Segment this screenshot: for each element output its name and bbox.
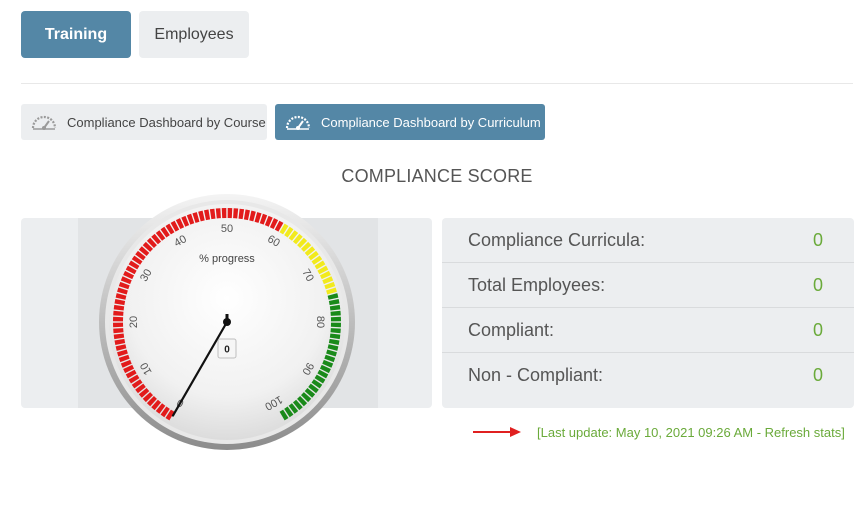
speedometer-icon — [284, 113, 312, 131]
gauge-band-segment — [227, 208, 233, 219]
section-title: COMPLIANCE SCORE — [341, 166, 533, 186]
gauge-needle-hub — [223, 318, 231, 326]
gauge-band-segment — [113, 316, 124, 322]
gauge-tick-label: 50 — [221, 223, 233, 235]
stats-panel: Compliance Curricula: 0 Total Employees:… — [442, 218, 854, 408]
subtab-dashboard-by-curriculum[interactable]: Compliance Dashboard by Curriculum — [275, 104, 545, 140]
gauge-band-segment — [221, 208, 227, 219]
stat-label: Non - Compliant: — [468, 365, 604, 385]
last-update-refresh-stats[interactable]: [Last update: May 10, 2021 09:26 AM - Re… — [537, 425, 845, 440]
stat-label: Compliance Curricula: — [468, 229, 646, 250]
stat-row-non-compliant: Non - Compliant: 0 — [442, 353, 854, 398]
red-arrow-icon — [473, 427, 521, 437]
tab-employees[interactable]: Employees — [139, 11, 249, 58]
stat-row-compliant: Compliant: 0 — [442, 308, 854, 353]
subtab-dashboard-by-course[interactable]: Compliance Dashboard by Course — [21, 104, 267, 140]
tab-training[interactable]: Training — [21, 11, 131, 58]
stat-label: Compliant: — [468, 319, 555, 340]
gauge-tick-label: 80 — [314, 316, 326, 328]
subtab-label: Compliance Dashboard by Curriculum — [321, 114, 541, 130]
stat-value: 0 — [812, 274, 823, 295]
gauge-band-segment — [330, 316, 341, 322]
stat-value: 0 — [812, 365, 823, 385]
divider — [21, 83, 853, 84]
speedometer-icon — [30, 113, 58, 131]
stat-value: 0 — [812, 319, 823, 340]
gauge-label: % progress — [199, 253, 255, 265]
subtab-label: Compliance Dashboard by Course — [67, 114, 266, 130]
stat-label: Total Employees: — [468, 274, 606, 295]
stat-row-compliance-curricula: Compliance Curricula: 0 — [442, 218, 854, 263]
gauge-tick-label: 20 — [128, 316, 140, 328]
stat-row-total-employees: Total Employees: 0 — [442, 263, 854, 308]
gauge-value: 0 — [224, 345, 230, 356]
gauge-band-segment — [113, 322, 124, 328]
stat-value: 0 — [812, 229, 823, 250]
compliance-gauge: 0102030405060708090100 % progress 0 — [99, 194, 355, 450]
gauge-band-segment — [330, 322, 341, 328]
